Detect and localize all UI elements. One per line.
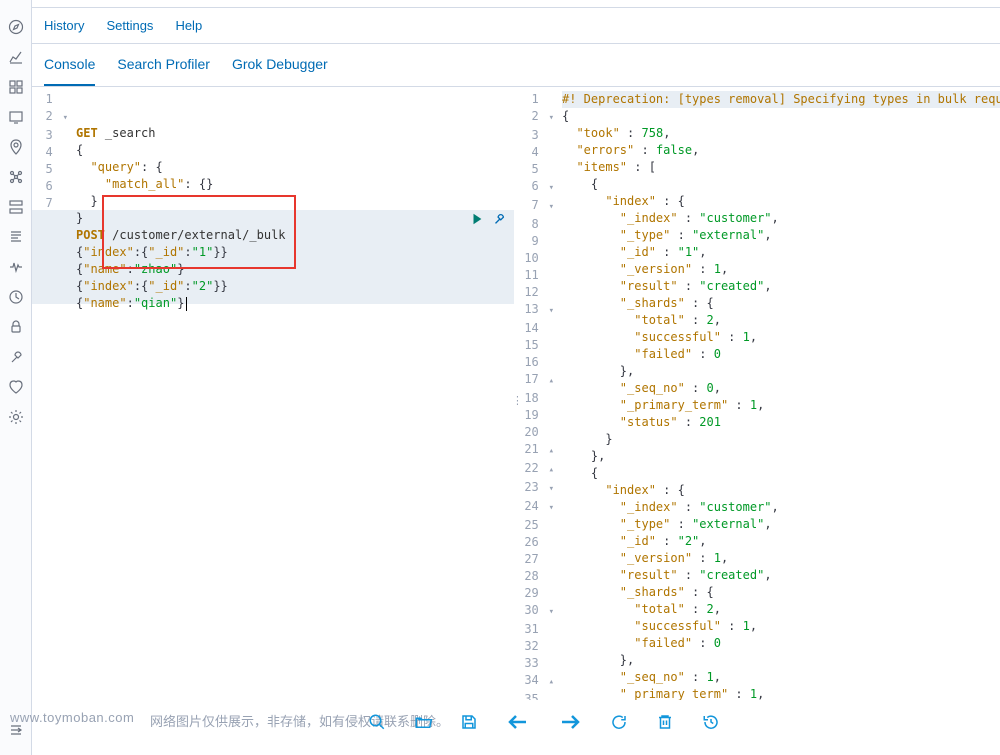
apm-icon[interactable]: [0, 252, 32, 282]
arrow-right-icon[interactable]: [558, 710, 582, 737]
main-content: History Settings Help Console Search Pro…: [32, 0, 1000, 700]
compass-icon[interactable]: [0, 12, 32, 42]
arrow-left-icon[interactable]: [506, 710, 530, 737]
dashboard-icon[interactable]: [0, 72, 32, 102]
sub-tabs: Console Search Profiler Grok Debugger: [32, 44, 1000, 87]
ml-icon[interactable]: [0, 162, 32, 192]
response-gutter: 1 2 ▾3 4 5 6 ▾7 ▾8 9 10 11 12 13 ▾14 15 …: [518, 87, 560, 700]
folder-open-icon[interactable]: [414, 713, 432, 734]
infra-icon[interactable]: [0, 192, 32, 222]
tab-settings[interactable]: Settings: [106, 18, 153, 43]
nav-tabs: History Settings Help: [32, 8, 1000, 44]
response-pane: 1 2 ▾3 4 5 6 ▾7 ▾8 9 10 11 12 13 ▾14 15 …: [518, 87, 1000, 700]
footer: www.toymoban.com 网络图片仅供展示，非存储，如有侵权请联系删除。: [0, 700, 1000, 755]
request-editor[interactable]: GET _search{ "query": { "match_all": {} …: [74, 87, 514, 700]
history-icon[interactable]: [702, 713, 720, 734]
uptime-icon[interactable]: [0, 282, 32, 312]
tab-console[interactable]: Console: [44, 56, 95, 86]
management-icon[interactable]: [0, 402, 32, 432]
logs-icon[interactable]: [0, 222, 32, 252]
tab-history[interactable]: History: [44, 18, 84, 43]
request-gutter: 1 2 ▾3 4 5 6 7 8 9 10 11 12: [32, 87, 74, 700]
search-icon[interactable]: [368, 713, 386, 734]
security-icon[interactable]: [0, 312, 32, 342]
tab-profiler[interactable]: Search Profiler: [117, 56, 210, 86]
play-icon[interactable]: [470, 212, 484, 229]
top-border: [32, 0, 1000, 8]
request-actions: [470, 212, 506, 229]
editor-split: 1 2 ▾3 4 5 6 7 8 9 10 11 12 GET _search{…: [32, 87, 1000, 700]
app-sidebar: [0, 0, 32, 755]
trash-icon[interactable]: [656, 713, 674, 734]
tab-grok[interactable]: Grok Debugger: [232, 56, 328, 86]
visualize-icon[interactable]: [0, 42, 32, 72]
request-pane: 1 2 ▾3 4 5 6 7 8 9 10 11 12 GET _search{…: [32, 87, 514, 700]
maps-icon[interactable]: [0, 132, 32, 162]
canvas-icon[interactable]: [0, 102, 32, 132]
save-icon[interactable]: [460, 713, 478, 734]
monitoring-icon[interactable]: [0, 372, 32, 402]
response-viewer[interactable]: #! Deprecation: [types removal] Specifyi…: [560, 87, 1000, 700]
watermark-text: www.toymoban.com: [10, 710, 134, 725]
refresh-icon[interactable]: [610, 713, 628, 734]
tab-help[interactable]: Help: [175, 18, 202, 43]
dev-tools-icon[interactable]: [0, 342, 32, 372]
bottom-toolbar: [368, 710, 720, 737]
wrench-icon[interactable]: [492, 212, 506, 229]
